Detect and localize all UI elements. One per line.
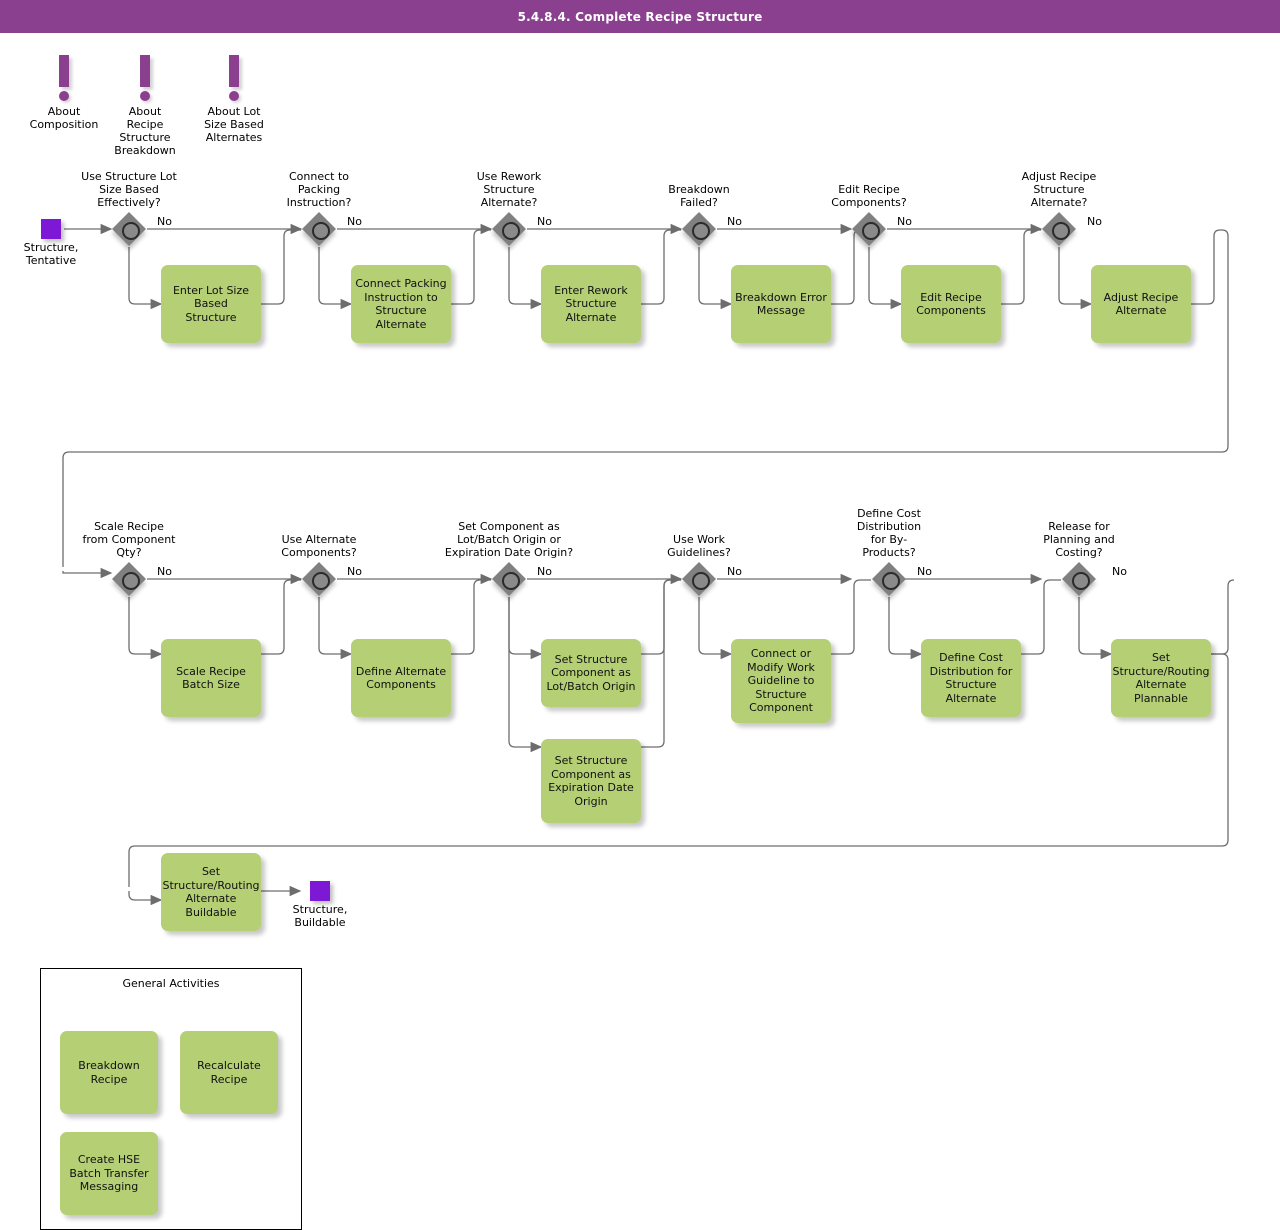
- gateway-release-for-planning-and-costing[interactable]: [1062, 562, 1096, 596]
- gateway-label: Use Work Guidelines?: [667, 533, 731, 559]
- flow-label-no: No: [157, 215, 172, 228]
- gateway-circle-icon: [692, 222, 710, 240]
- task-enter-rework-structure-alternate[interactable]: Enter Rework Structure Alternate: [541, 265, 641, 343]
- exclamation-dot-icon: [59, 91, 69, 101]
- task-connect-packing-instruction-to-structure-alternate[interactable]: Connect Packing Instruction to Structure…: [351, 265, 451, 343]
- gateway-use-work-guidelines[interactable]: [682, 562, 716, 596]
- exclamation-dot-icon: [229, 91, 239, 101]
- flow-label-no: No: [157, 565, 172, 578]
- info-marker-label: About Lot Size Based Alternates: [204, 105, 264, 144]
- gateway-label: Adjust Recipe Structure Alternate?: [1021, 170, 1097, 209]
- gateway-circle-icon: [502, 572, 520, 590]
- general-activities-group: General Activities Breakdown Recipe Reca…: [40, 968, 302, 1230]
- task-breakdown-recipe[interactable]: Breakdown Recipe: [60, 1031, 158, 1114]
- gateway-label: Define Cost Distribution for By- Product…: [856, 507, 922, 559]
- gateway-edit-recipe-components[interactable]: [852, 212, 886, 246]
- gateway-circle-icon: [122, 572, 140, 590]
- flow-label-no: No: [347, 215, 362, 228]
- gateway-breakdown-failed[interactable]: [682, 212, 716, 246]
- exclamation-dot-icon: [140, 91, 150, 101]
- gateway-label: Edit Recipe Components?: [831, 183, 907, 209]
- data-object-structure-tentative-label: Structure, Tentative: [23, 241, 79, 267]
- exclamation-icon: [229, 55, 239, 87]
- task-define-alternate-components[interactable]: Define Alternate Components: [351, 639, 451, 717]
- gateway-scale-recipe-from-component-qty[interactable]: [112, 562, 146, 596]
- exclamation-icon: [140, 55, 150, 87]
- gateway-label: Use Alternate Components?: [281, 533, 357, 559]
- info-marker-label: About Recipe Structure Breakdown: [114, 105, 176, 157]
- task-edit-recipe-components[interactable]: Edit Recipe Components: [901, 265, 1001, 343]
- flow-label-no: No: [347, 565, 362, 578]
- gateway-connect-to-packing-instruction[interactable]: [302, 212, 336, 246]
- gateway-label: Use Rework Structure Alternate?: [476, 170, 542, 209]
- data-object-structure-buildable-label: Structure, Buildable: [292, 903, 348, 929]
- task-adjust-recipe-alternate[interactable]: Adjust Recipe Alternate: [1091, 265, 1191, 343]
- task-scale-recipe-batch-size[interactable]: Scale Recipe Batch Size: [161, 639, 261, 717]
- task-set-structure-routing-alternate-plannable[interactable]: Set Structure/Routing Alternate Plannabl…: [1111, 639, 1211, 717]
- task-set-structure-routing-alternate-buildable[interactable]: Set Structure/Routing Alternate Buildabl…: [161, 853, 261, 931]
- page-title: 5.4.8.4. Complete Recipe Structure: [517, 9, 763, 24]
- gateway-circle-icon: [1052, 222, 1070, 240]
- task-recalculate-recipe[interactable]: Recalculate Recipe: [180, 1031, 278, 1114]
- exclamation-icon: [59, 55, 69, 87]
- gateway-circle-icon: [312, 222, 330, 240]
- gateway-label: Use Structure Lot Size Based Effectively…: [81, 170, 177, 209]
- gateway-adjust-recipe-structure-alternate[interactable]: [1042, 212, 1076, 246]
- flow-label-no: No: [1087, 215, 1102, 228]
- gateway-define-cost-distribution-for-by-products[interactable]: [872, 562, 906, 596]
- flow-label-no: No: [727, 565, 742, 578]
- title-bar: 5.4.8.4. Complete Recipe Structure: [0, 0, 1280, 33]
- gateway-circle-icon: [862, 222, 880, 240]
- gateway-label: Set Component as Lot/Batch Origin or Exp…: [444, 520, 574, 559]
- gateway-label: Breakdown Failed?: [668, 183, 730, 209]
- info-marker-label: About Composition: [29, 105, 99, 131]
- task-create-hse-batch-transfer-messaging[interactable]: Create HSE Batch Transfer Messaging: [60, 1132, 158, 1215]
- flow-label-no: No: [917, 565, 932, 578]
- task-enter-lot-size-based-structure[interactable]: Enter Lot Size Based Structure: [161, 265, 261, 343]
- data-object-structure-buildable[interactable]: [310, 881, 330, 901]
- gateway-circle-icon: [1072, 572, 1090, 590]
- gateway-use-structure-lot-size-based-effectively[interactable]: [112, 212, 146, 246]
- gateway-circle-icon: [882, 572, 900, 590]
- diagram-canvas: About Composition About Recipe Structure…: [0, 33, 1280, 1230]
- flow-label-no: No: [537, 215, 552, 228]
- task-set-structure-component-as-lot-batch-origin[interactable]: Set Structure Component as Lot/Batch Ori…: [541, 639, 641, 707]
- task-define-cost-distribution-for-structure-alternate[interactable]: Define Cost Distribution for Structure A…: [921, 639, 1021, 717]
- flow-label-no: No: [897, 215, 912, 228]
- gateway-circle-icon: [122, 222, 140, 240]
- flow-label-no: No: [537, 565, 552, 578]
- gateway-circle-icon: [502, 222, 520, 240]
- flow-label-no: No: [727, 215, 742, 228]
- task-connect-or-modify-work-guideline-to-structure-component[interactable]: Connect or Modify Work Guideline to Stru…: [731, 639, 831, 723]
- gateway-label: Release for Planning and Costing?: [1043, 520, 1115, 559]
- gateway-circle-icon: [692, 572, 710, 590]
- gateway-circle-icon: [312, 572, 330, 590]
- task-set-structure-component-as-expiration-date-origin[interactable]: Set Structure Component as Expiration Da…: [541, 739, 641, 823]
- general-activities-title: General Activities: [122, 977, 220, 990]
- task-breakdown-error-message[interactable]: Breakdown Error Message: [731, 265, 831, 343]
- flow-label-no: No: [1112, 565, 1127, 578]
- data-object-structure-tentative[interactable]: [41, 219, 61, 239]
- gateway-label: Connect to Packing Instruction?: [286, 170, 352, 209]
- gateway-set-component-as-lot-batch-or-expiration-date-origin[interactable]: [492, 562, 526, 596]
- gateway-label: Scale Recipe from Component Qty?: [82, 520, 176, 559]
- gateway-use-rework-structure-alternate[interactable]: [492, 212, 526, 246]
- gateway-use-alternate-components[interactable]: [302, 562, 336, 596]
